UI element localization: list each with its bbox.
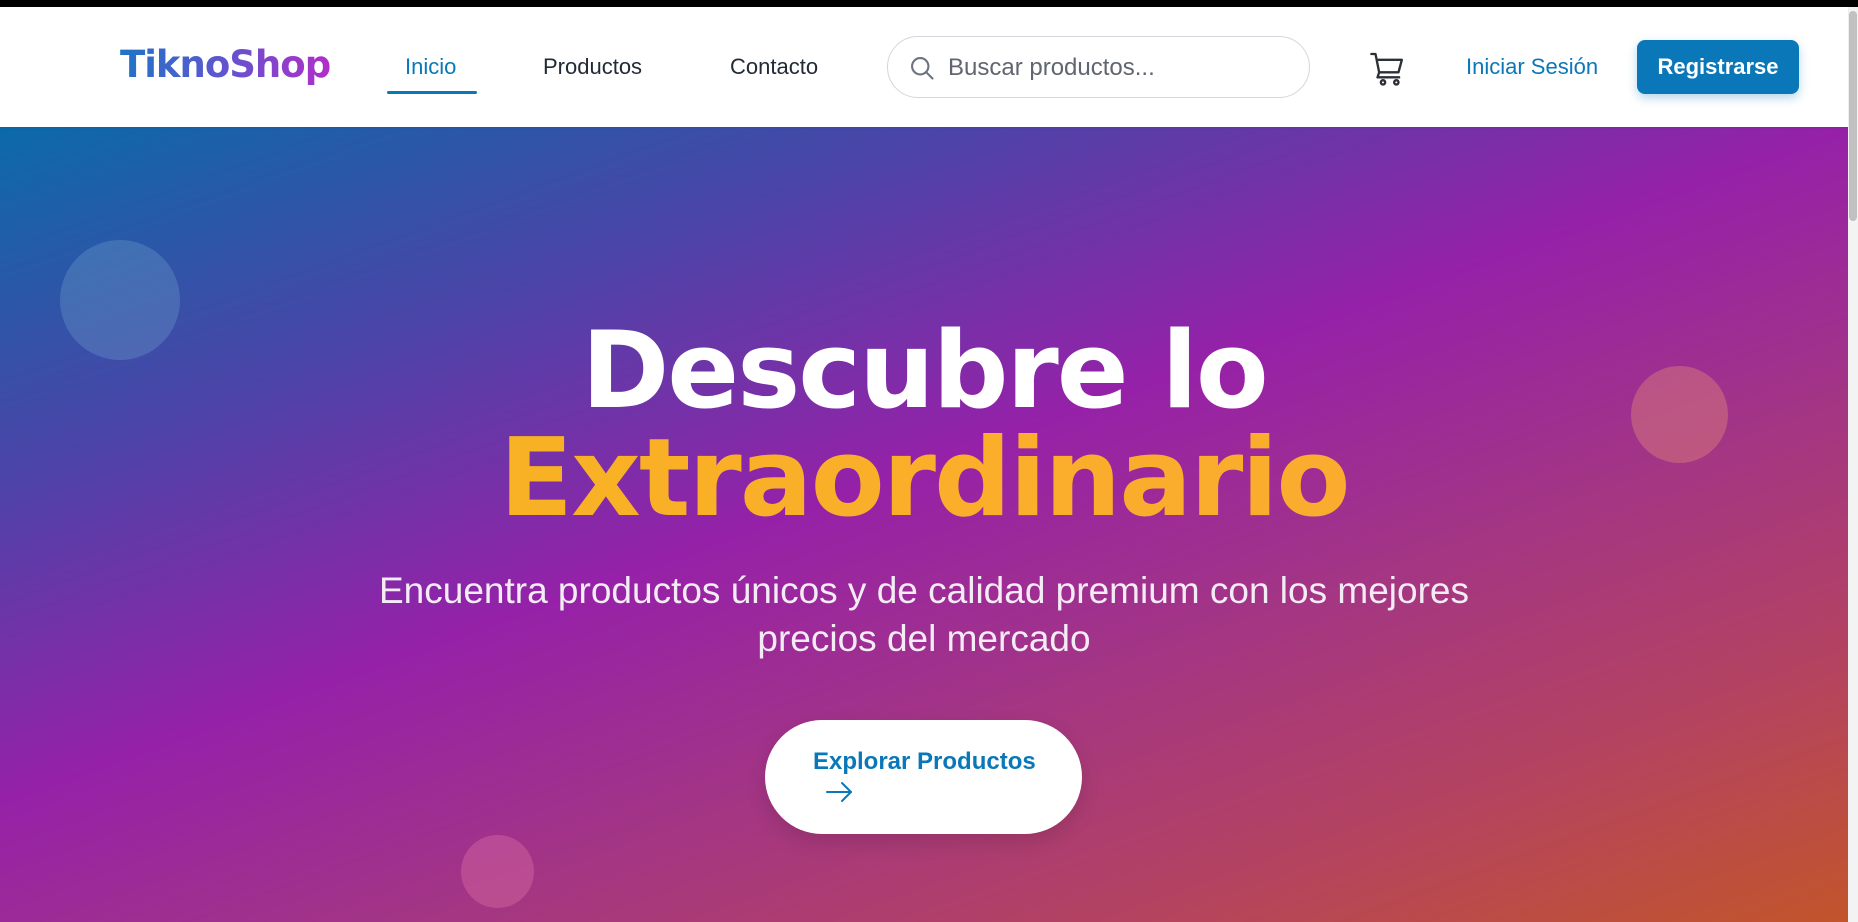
nav-active-indicator (387, 91, 477, 94)
explore-products-button[interactable]: Explorar Productos (765, 720, 1082, 834)
site-logo[interactable]: TiknoShop (120, 43, 331, 86)
search-icon (911, 57, 934, 80)
hero-section: Descubre lo Extraordinario Encuentra pro… (0, 127, 1848, 922)
hero-title-line1: Descubre lo (581, 309, 1268, 432)
hero-subtitle: Encuentra productos únicos y de calidad … (378, 570, 1469, 659)
search-bar[interactable] (887, 36, 1310, 98)
nav-link-inicio[interactable]: Inicio (405, 54, 456, 80)
nav-link-productos[interactable]: Productos (543, 54, 642, 80)
hero-title: Descubre lo Extraordinario (0, 317, 1848, 533)
explore-products-label: Explorar Productos (813, 748, 1036, 775)
cart-button[interactable] (1368, 49, 1408, 89)
site-header: TiknoShop Inicio Productos Contacto Inic… (0, 7, 1848, 127)
search-input[interactable] (948, 49, 1298, 87)
decorative-circle (461, 835, 534, 908)
scrollbar-thumb[interactable] (1849, 11, 1857, 221)
shopping-cart-icon (1370, 52, 1403, 86)
login-link[interactable]: Iniciar Sesión (1466, 54, 1598, 80)
nav-link-contacto[interactable]: Contacto (730, 54, 818, 80)
browser-viewport: TiknoShop Inicio Productos Contacto Inic… (0, 7, 1858, 922)
hero-title-highlight: Extraordinario (0, 425, 1848, 533)
arrow-right-icon (826, 782, 852, 802)
register-button[interactable]: Registrarse (1637, 40, 1799, 94)
